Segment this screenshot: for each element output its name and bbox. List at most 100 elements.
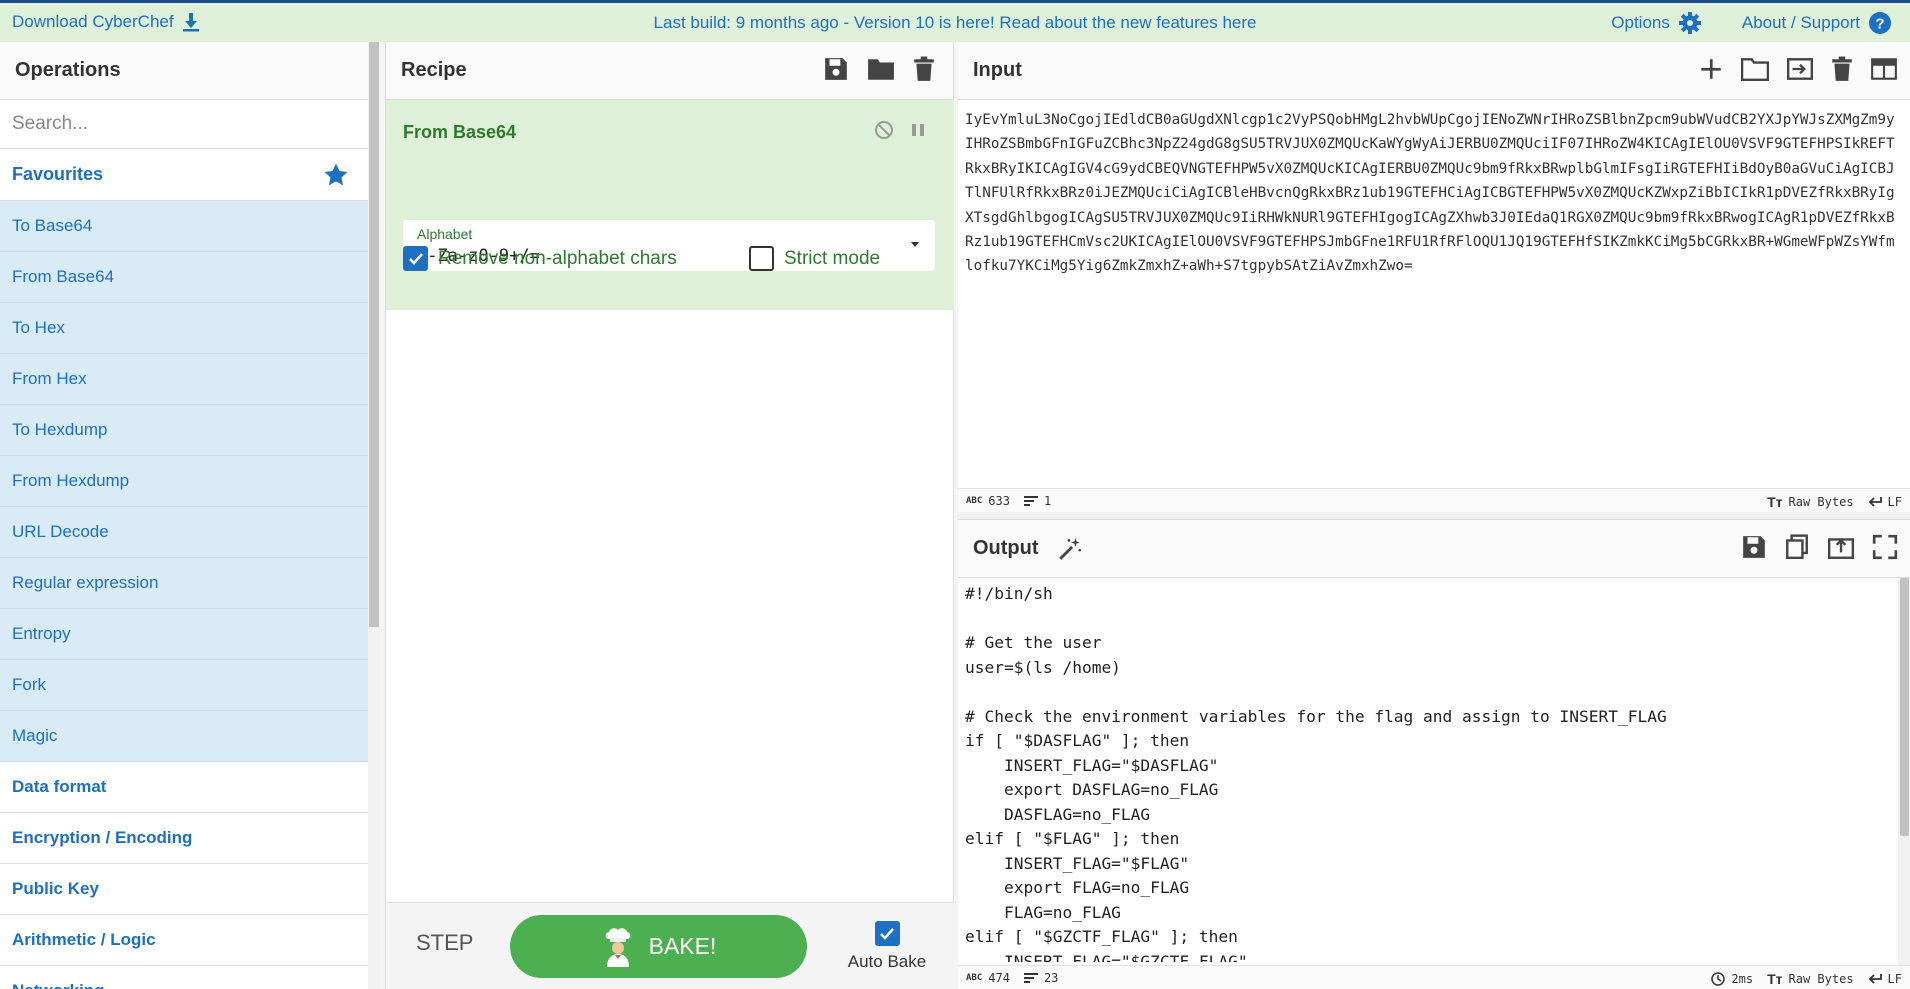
- category-item[interactable]: Arithmetic / Logic: [0, 915, 369, 966]
- output-line: elif [ "$GZCTF_FLAG" ]; then: [965, 927, 1238, 946]
- reset-layout-icon[interactable]: [1870, 56, 1898, 82]
- output-line: INSERT_FLAG="$DASFLAG": [965, 755, 1219, 775]
- output-line: elif [ "$FLAG" ]; then: [965, 829, 1180, 848]
- replace-input-with-output-icon[interactable]: [1827, 534, 1855, 560]
- category-item[interactable]: Public Key: [0, 864, 369, 915]
- save-recipe-icon[interactable]: [823, 56, 849, 82]
- strict-mode-checkbox[interactable]: Strict mode: [749, 246, 880, 271]
- output-line: DASFLAG=no_FLAG: [965, 804, 1151, 824]
- operation-item[interactable]: URL Decode: [0, 507, 369, 558]
- pause-breakpoint-icon[interactable]: [910, 120, 926, 140]
- category-item[interactable]: Data format: [0, 762, 369, 813]
- gear-icon[interactable]: [1678, 11, 1702, 35]
- return-arrow-icon: [1868, 496, 1882, 508]
- recipe-title: Recipe: [401, 59, 467, 81]
- categories-list: Data format Encryption / Encoding Public K…: [0, 762, 369, 989]
- load-recipe-folder-icon[interactable]: [867, 56, 895, 82]
- category-item[interactable]: Encryption / Encoding: [0, 813, 369, 864]
- output-line: INSERT_FLAG="$FLAG": [965, 853, 1190, 873]
- input-panel: Input IyEvYmluL3NoCgojIEdldCB0aGUgdXNlcg…: [958, 42, 1910, 512]
- row-resizer[interactable]: [958, 512, 1910, 520]
- about-support-link[interactable]: About / Support: [1742, 13, 1860, 33]
- operation-item[interactable]: From Hexdump: [0, 456, 369, 507]
- output-title: Output: [973, 537, 1039, 559]
- auto-bake-label: Auto Bake: [847, 952, 927, 971]
- output-line: # Get the user: [965, 633, 1102, 652]
- output-scrollbar-thumb[interactable]: [1900, 578, 1909, 836]
- input-eol: LF: [1887, 495, 1902, 509]
- recipe-panel: Recipe From Base64 Alphabet A-Za-z0-9+/=…: [386, 42, 954, 989]
- maximise-output-icon[interactable]: [1872, 534, 1898, 560]
- options-link[interactable]: Options: [1611, 13, 1670, 33]
- input-chars-count: 633: [988, 494, 1010, 508]
- clear-input-trash-icon[interactable]: [1831, 56, 1853, 82]
- operation-item[interactable]: Entropy: [0, 609, 369, 660]
- input-encoding-selector[interactable]: Tт Raw Bytes: [1767, 494, 1853, 510]
- clock-icon: [1711, 972, 1726, 986]
- text-size-icon: Tт: [1767, 494, 1783, 510]
- bake-time: 2ms: [1731, 972, 1754, 986]
- copy-output-icon[interactable]: [1784, 534, 1810, 560]
- lines-icon: [1023, 495, 1038, 507]
- output-line: INSERT_FLAG="$GZCTF_FLAG": [965, 951, 1248, 963]
- checkbox-checked-icon: [403, 246, 428, 271]
- top-banner: Download CyberChef Last build: 9 months …: [0, 0, 1910, 42]
- operation-item[interactable]: Fork: [0, 660, 369, 711]
- output-textarea[interactable]: #!/bin/sh # Get the user user=$(ls /home) #…: [965, 582, 1895, 962]
- clear-recipe-trash-icon[interactable]: [913, 56, 935, 82]
- operations-scrollbar-thumb[interactable]: [369, 42, 379, 627]
- add-tab-plus-icon[interactable]: [1698, 56, 1724, 82]
- recipe-operation-from-base64[interactable]: From Base64 Alphabet A-Za-z0-9+/= Remove…: [386, 100, 954, 310]
- text-size-icon: Tт: [1767, 971, 1783, 987]
- output-eol-selector[interactable]: LF: [1868, 972, 1902, 986]
- abc-chars-icon: ABC: [966, 496, 983, 506]
- lines-icon: [1023, 972, 1038, 984]
- category-item[interactable]: Networking: [0, 966, 369, 989]
- operations-title: Operations: [0, 42, 369, 100]
- output-encoding-selector[interactable]: Tт Raw Bytes: [1767, 971, 1853, 987]
- disable-operation-icon[interactable]: [874, 120, 894, 140]
- input-textarea[interactable]: IyEvYmluL3NoCgojIEdldCB0aGUgdXNlcgp1c2Vy…: [965, 108, 1902, 279]
- operation-item[interactable]: To Hexdump: [0, 405, 369, 456]
- favourites-list: To Base64 From Base64 To Hex From Hex To Hex…: [0, 201, 369, 762]
- magic-wand-icon[interactable]: [1057, 536, 1083, 562]
- save-output-icon[interactable]: [1741, 534, 1767, 560]
- remove-non-alphabet-checkbox[interactable]: Remove non-alphabet chars: [403, 246, 677, 271]
- output-line: export FLAG=no_FLAG: [965, 878, 1190, 897]
- favourites-label: Favourites: [12, 164, 104, 184]
- svg-text:?: ?: [1875, 16, 1884, 33]
- checkbox-checked-icon: [874, 921, 900, 946]
- output-encoding: Raw Bytes: [1788, 972, 1854, 986]
- output-line: if [ "$DASFLAG" ]; then: [965, 731, 1190, 750]
- output-status-bar: ABC 474 23 2ms Tт Raw Bytes LF: [958, 965, 1910, 989]
- caret-down-icon: [909, 238, 921, 250]
- open-folder-icon[interactable]: [1741, 56, 1769, 82]
- input-eol-selector[interactable]: LF: [1868, 495, 1902, 509]
- search-input[interactable]: Search...: [0, 100, 369, 149]
- checkbox-unchecked-icon: [749, 246, 774, 271]
- operation-item[interactable]: From Base64: [0, 252, 369, 303]
- output-line: FLAG=no_FLAG: [965, 902, 1121, 922]
- open-file-input-icon[interactable]: [1786, 56, 1814, 82]
- return-arrow-icon: [1868, 973, 1882, 985]
- abc-chars-icon: ABC: [966, 973, 983, 983]
- output-line: export DASFLAG=no_FLAG: [965, 780, 1219, 799]
- auto-bake-checkbox[interactable]: Auto Bake: [842, 921, 932, 972]
- help-icon[interactable]: ?: [1868, 11, 1892, 35]
- operation-item[interactable]: To Hex: [0, 303, 369, 354]
- operation-item[interactable]: Magic: [0, 711, 369, 762]
- operation-item[interactable]: From Hex: [0, 354, 369, 405]
- output-eol: LF: [1887, 972, 1902, 986]
- recipe-controls: STEP BAKE! Auto Bake: [386, 902, 954, 989]
- chef-icon: [601, 927, 635, 967]
- operation-item[interactable]: To Base64: [0, 201, 369, 252]
- step-button[interactable]: STEP: [416, 930, 473, 956]
- operation-item[interactable]: Regular expression: [0, 558, 369, 609]
- bake-button[interactable]: BAKE!: [510, 915, 807, 978]
- input-encoding: Raw Bytes: [1788, 495, 1854, 509]
- output-chars-count: 474: [988, 971, 1010, 985]
- strict-mode-label: Strict mode: [784, 247, 881, 269]
- alphabet-label: Alphabet: [417, 226, 473, 242]
- category-favourites[interactable]: Favourites: [0, 149, 369, 201]
